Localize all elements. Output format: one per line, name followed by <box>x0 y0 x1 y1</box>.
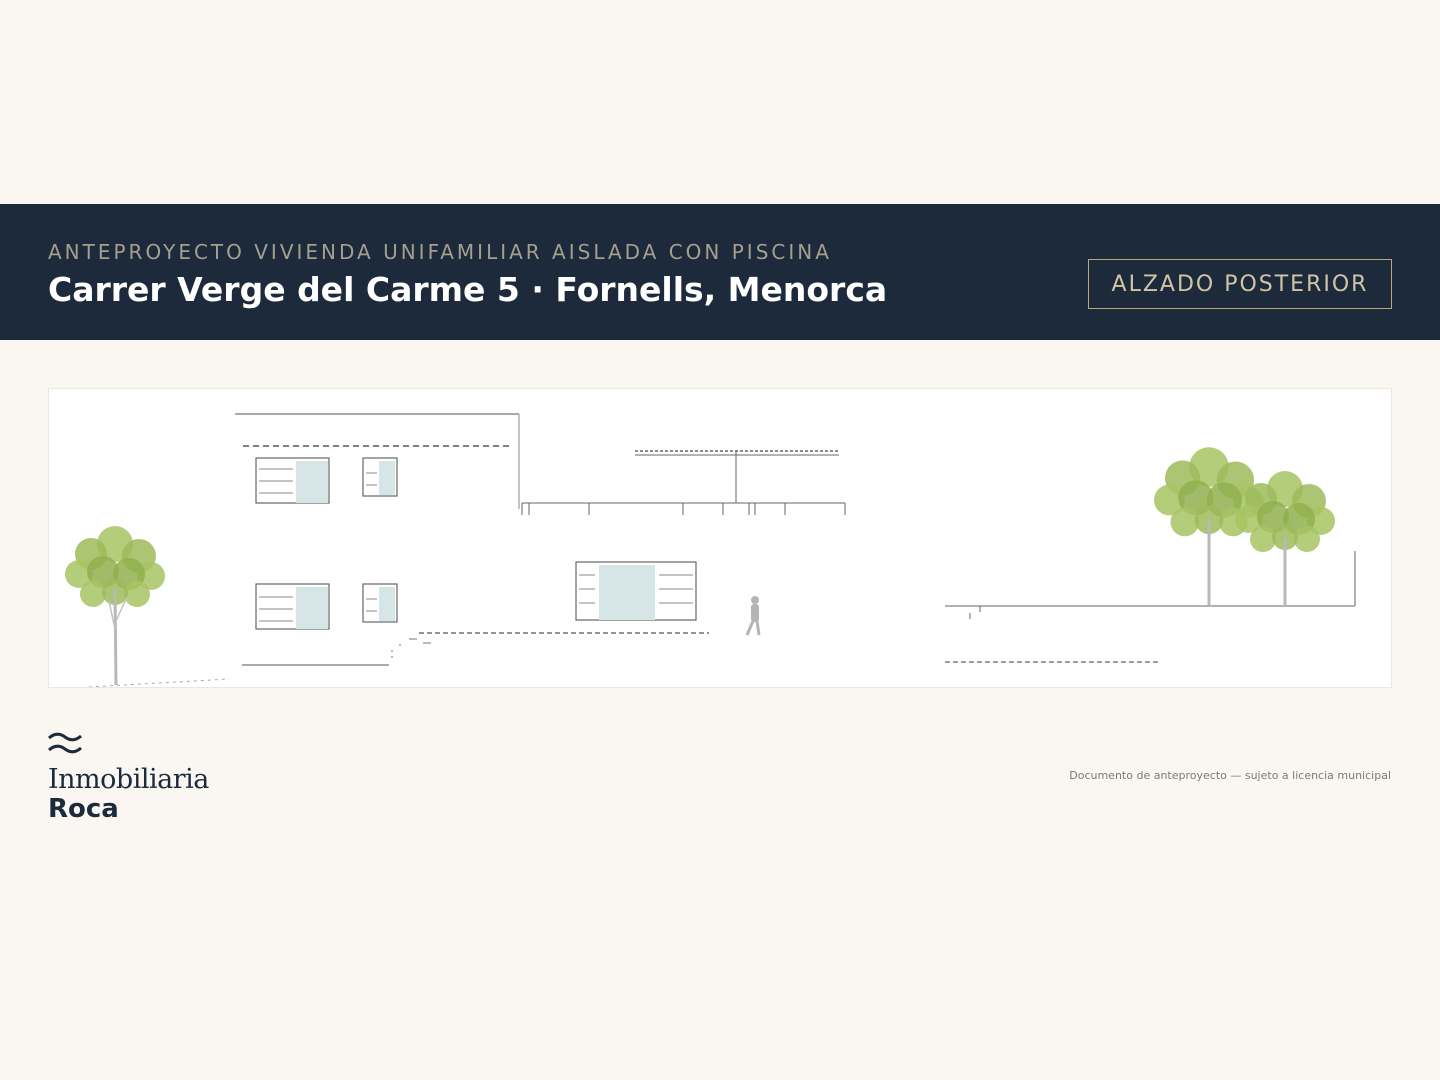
disclaimer: Documento de anteproyecto — sujeto a lic… <box>1069 769 1391 782</box>
elevation-drawing <box>48 388 1392 688</box>
brand-name: Inmobiliaria <box>48 764 209 795</box>
tree-icon <box>65 526 165 686</box>
window-lower-left <box>255 583 330 630</box>
brand-name-bold: Roca <box>48 794 119 824</box>
person-silhouette-icon <box>745 596 761 636</box>
elevation-svg <box>65 413 1356 687</box>
pergola <box>521 450 846 515</box>
pool-pavilion <box>575 561 697 621</box>
steps <box>391 638 431 658</box>
waves-icon <box>48 732 82 754</box>
view-badge: ALZADO POSTERIOR <box>1088 259 1392 309</box>
window-upper-right <box>362 457 398 497</box>
garden-wall <box>945 551 1356 663</box>
window-lower-right <box>362 583 398 623</box>
tree-icon <box>1235 471 1335 605</box>
window-upper-left <box>255 457 330 504</box>
project-title: Carrer Verge del Carme 5 · Fornells, Men… <box>48 270 888 309</box>
brand-logo: Inmobiliaria Roca <box>48 730 248 830</box>
project-subtitle: ANTEPROYECTO VIVIENDA UNIFAMILIAR AISLAD… <box>48 240 832 264</box>
